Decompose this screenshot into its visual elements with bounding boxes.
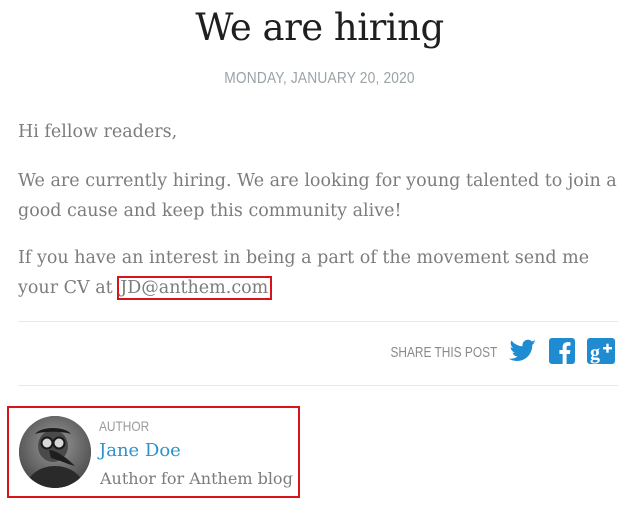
divider-bottom — [18, 385, 618, 386]
email-link[interactable]: JD@anthem.com — [117, 276, 273, 300]
avatar[interactable] — [19, 416, 91, 488]
svg-text:g: g — [590, 342, 600, 364]
post-paragraph: We are currently hiring. We are looking … — [18, 171, 617, 221]
author-description: Author for Anthem blog — [100, 469, 293, 488]
post-date: MONDAY, JANUARY 20, 2020 — [224, 70, 415, 87]
author-name-link[interactable]: Jane Doe — [99, 440, 181, 461]
post-greeting: Hi fellow readers, — [18, 122, 178, 142]
contact-text: If you have an interest in being a part … — [18, 248, 590, 298]
facebook-icon[interactable] — [549, 338, 575, 368]
divider-top — [18, 321, 618, 322]
share-bar: SHARE THIS POST g — [367, 338, 615, 368]
google-plus-icon[interactable]: g — [587, 338, 615, 368]
blog-post: We are hiring MONDAY, JANUARY 20, 2020 H… — [0, 0, 639, 514]
author-box: AUTHOR Jane Doe Author for Anthem blog — [7, 406, 300, 498]
share-label: SHARE THIS POST — [390, 345, 497, 361]
author-label: AUTHOR — [99, 418, 150, 434]
twitter-icon[interactable] — [508, 339, 537, 367]
post-title: We are hiring — [195, 6, 444, 49]
post-contact-paragraph: If you have an interest in being a part … — [18, 243, 618, 303]
